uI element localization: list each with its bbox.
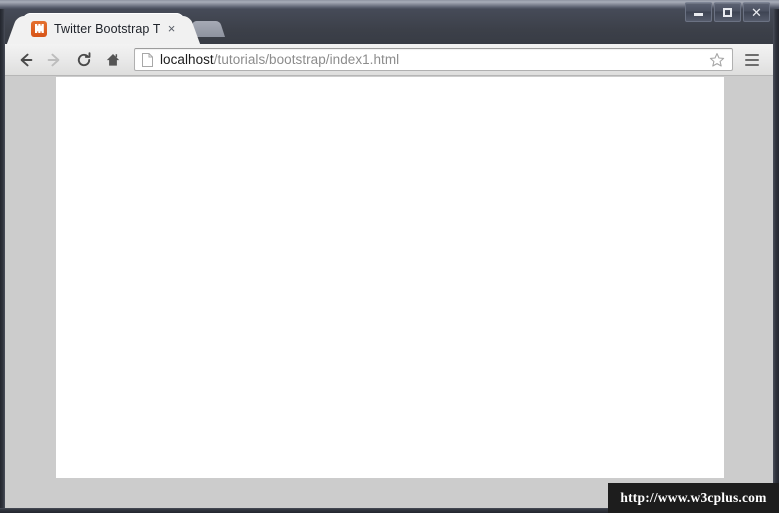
bootstrap-favicon-icon: [31, 20, 47, 37]
forward-button: [40, 46, 67, 73]
minimize-icon: [694, 13, 703, 16]
window-controls: ✕: [685, 2, 770, 22]
window-title-bar: [0, 0, 779, 9]
watermark-text: http://www.w3cplus.com: [620, 490, 767, 505]
chrome-menu-button[interactable]: [739, 48, 765, 72]
new-tab-button[interactable]: [190, 21, 225, 37]
maximize-icon: [723, 7, 732, 17]
url-path: /tutorials/bootstrap/index1.html: [213, 52, 400, 67]
minimize-button[interactable]: [685, 2, 712, 22]
home-button[interactable]: [99, 46, 126, 73]
page-content-blank: [56, 77, 724, 478]
browser-tab-active[interactable]: Twitter Bootstrap Tutorial ×: [22, 13, 185, 44]
screenshot-root: ✕ Twitter Bootstrap Tutorial ×: [0, 0, 779, 513]
document-icon: [141, 52, 153, 67]
forward-arrow-icon: [47, 53, 59, 66]
tab-close-icon[interactable]: ×: [164, 21, 179, 36]
browser-window: ✕ Twitter Bootstrap Tutorial ×: [0, 0, 779, 513]
back-button[interactable]: [12, 46, 39, 73]
home-icon: [106, 53, 119, 66]
reload-icon: [77, 51, 90, 66]
hamburger-icon-bar: [745, 63, 759, 66]
hamburger-icon-bar: [745, 53, 759, 56]
maximize-button[interactable]: [714, 2, 741, 22]
page-viewport: [5, 76, 773, 508]
close-window-button[interactable]: ✕: [743, 2, 770, 22]
back-arrow-icon: [20, 53, 32, 66]
url-text[interactable]: localhost/tutorials/bootstrap/index1.htm…: [160, 52, 708, 67]
tab-title: Twitter Bootstrap Tutorial: [54, 21, 160, 36]
reload-button[interactable]: [70, 46, 97, 73]
bookmark-star-icon[interactable]: [708, 51, 726, 69]
address-bar[interactable]: localhost/tutorials/bootstrap/index1.htm…: [134, 48, 733, 71]
hamburger-icon-bar: [745, 58, 759, 61]
url-host: localhost: [160, 52, 214, 67]
watermark: http://www.w3cplus.com: [608, 483, 779, 513]
window-frame-right: [773, 9, 779, 513]
browser-toolbar: localhost/tutorials/bootstrap/index1.htm…: [5, 44, 773, 76]
close-icon: ✕: [751, 4, 762, 20]
